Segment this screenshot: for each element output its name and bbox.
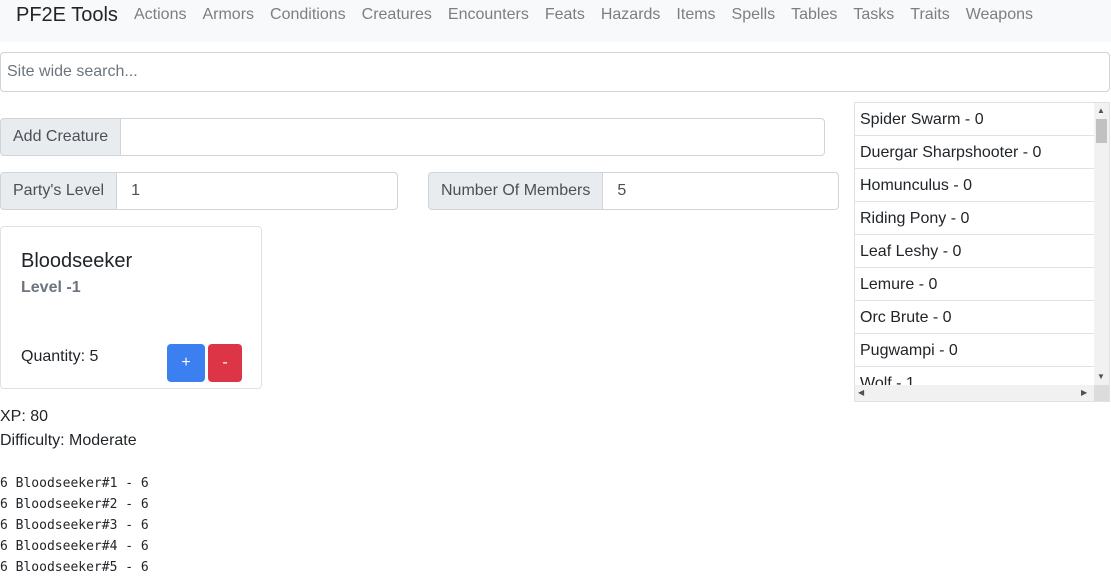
list-item[interactable]: Orc Brute - 0	[855, 301, 1095, 334]
scrollbar-corner	[1094, 385, 1109, 401]
list-item[interactable]: Lemure - 0	[855, 268, 1095, 301]
scroll-left-icon[interactable]: ◀	[858, 388, 864, 398]
list-item[interactable]: Pugwampi - 0	[855, 334, 1095, 367]
list-item[interactable]: Duergar Sharpshooter - 0	[855, 136, 1095, 169]
members-group: Number Of Members	[428, 172, 840, 210]
output-line: 6 Bloodseeker#1 - 6	[0, 476, 149, 491]
list-item[interactable]: Spider Swarm - 0	[855, 103, 1095, 136]
add-creature-input[interactable]	[121, 118, 825, 156]
nav-link-weapons[interactable]: Weapons	[958, 4, 1041, 26]
nav-link-encounters[interactable]: Encounters	[440, 4, 537, 26]
difficulty-text: Difficulty: Moderate	[0, 432, 137, 449]
creature-listbox[interactable]: Spider Swarm - 0 Duergar Sharpshooter - …	[854, 102, 1110, 402]
party-level-group: Party's Level	[0, 172, 398, 210]
output-line: 6 Bloodseeker#5 - 6	[0, 560, 149, 575]
encounter-output: 6 Bloodseeker#1 - 6 6 Bloodseeker#2 - 6 6 …	[0, 473, 149, 578]
nav-link-creatures[interactable]: Creatures	[354, 4, 440, 26]
output-line: 6 Bloodseeker#2 - 6	[0, 497, 149, 512]
list-item[interactable]: Leaf Leshy - 0	[855, 235, 1095, 268]
xp-total: XP: 80	[0, 408, 49, 425]
nav-link-conditions[interactable]: Conditions	[262, 4, 354, 26]
party-level-label: Party's Level	[0, 172, 118, 210]
nav-link-traits[interactable]: Traits	[902, 4, 957, 26]
members-label: Number Of Members	[428, 172, 604, 210]
card-quantity: Quantity: 5	[21, 348, 99, 365]
horizontal-scrollbar[interactable]: ◀ ▶	[855, 385, 1095, 401]
nav-link-hazards[interactable]: Hazards	[593, 4, 669, 26]
nav-link-spells[interactable]: Spells	[724, 4, 784, 26]
nav-links: Actions Armors Conditions Creatures Enco…	[126, 4, 1041, 26]
nav-link-armors[interactable]: Armors	[194, 4, 262, 26]
party-level-input[interactable]	[117, 172, 398, 210]
nav-link-actions[interactable]: Actions	[126, 4, 194, 26]
vertical-scrollbar[interactable]: ▲ ▼	[1094, 103, 1109, 386]
navbar: PF2E Tools Actions Armors Conditions Cre…	[0, 0, 1111, 42]
vertical-scroll-thumb[interactable]	[1096, 119, 1107, 143]
scroll-down-icon[interactable]: ▼	[1097, 372, 1105, 382]
output-line: 6 Bloodseeker#4 - 6	[0, 539, 149, 554]
nav-link-tasks[interactable]: Tasks	[845, 4, 902, 26]
increase-quantity-button[interactable]: +	[167, 344, 205, 382]
nav-link-items[interactable]: Items	[668, 4, 723, 26]
output-line: 6 Bloodseeker#3 - 6	[0, 518, 149, 533]
list-item[interactable]: Riding Pony - 0	[855, 202, 1095, 235]
members-input[interactable]	[603, 172, 840, 210]
nav-link-feats[interactable]: Feats	[537, 4, 593, 26]
card-title: Bloodseeker	[21, 250, 133, 272]
scroll-right-icon[interactable]: ▶	[1081, 388, 1087, 398]
list-item[interactable]: Homunculus - 0	[855, 169, 1095, 202]
decrease-quantity-button[interactable]: -	[208, 344, 242, 382]
site-search-input[interactable]	[0, 52, 1110, 92]
add-creature-group: Add Creature	[0, 118, 825, 156]
card-level: Level -1	[21, 279, 81, 296]
scroll-up-icon[interactable]: ▲	[1097, 106, 1105, 116]
creature-card: Bloodseeker Level -1 Quantity: 5 + -	[0, 226, 262, 389]
nav-link-tables[interactable]: Tables	[783, 4, 845, 26]
brand-link[interactable]: PF2E Tools	[16, 3, 118, 27]
add-creature-label: Add Creature	[0, 118, 122, 156]
